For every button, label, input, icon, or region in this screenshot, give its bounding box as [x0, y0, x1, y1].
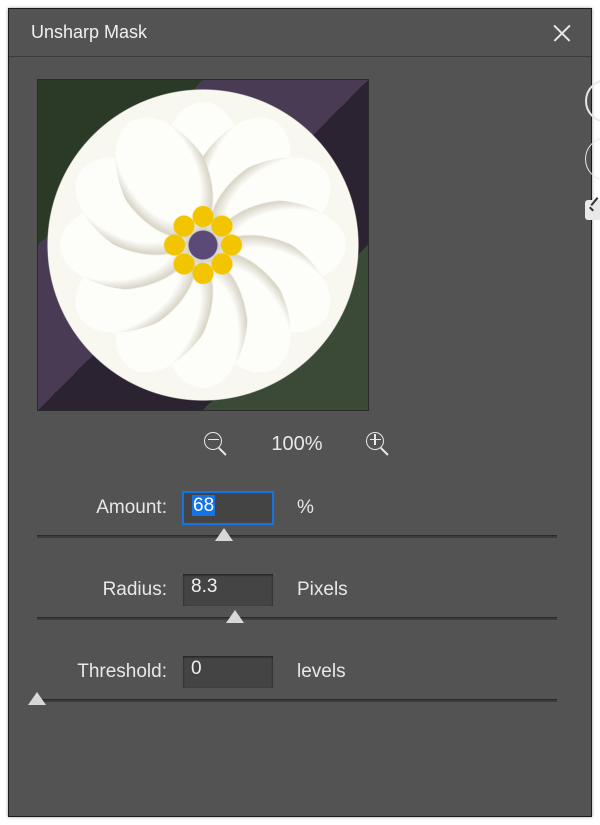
zoom-in-icon[interactable] — [365, 431, 391, 457]
zoom-controls: 100% — [37, 431, 557, 457]
close-icon[interactable] — [551, 22, 573, 44]
amount-row: Amount: 68 % — [37, 491, 557, 525]
ok-button[interactable]: OK — [585, 79, 600, 123]
threshold-input[interactable]: 0 — [183, 656, 273, 688]
threshold-slider-thumb[interactable] — [28, 692, 46, 705]
actions-column: OK Cancel Preview — [585, 79, 600, 717]
amount-slider[interactable] — [37, 531, 557, 553]
dialog-body: 100% Amount: 68 % Radius: 8.3 — [9, 57, 591, 735]
preview-checkbox-row[interactable]: Preview — [585, 199, 600, 221]
radius-slider[interactable] — [37, 613, 557, 635]
radius-slider-thumb[interactable] — [226, 610, 244, 623]
amount-label: Amount: — [37, 497, 171, 519]
amount-unit: % — [285, 497, 314, 519]
dialog-title: Unsharp Mask — [31, 22, 147, 43]
zoom-out-icon[interactable] — [203, 431, 229, 457]
amount-slider-thumb[interactable] — [215, 528, 233, 541]
preview-column: 100% Amount: 68 % Radius: 8.3 — [37, 79, 557, 717]
threshold-slider[interactable] — [37, 695, 557, 717]
radius-input[interactable]: 8.3 — [183, 574, 273, 606]
preview-image[interactable] — [37, 79, 369, 411]
parameter-sliders: Amount: 68 % Radius: 8.3 Pixels — [37, 491, 557, 717]
preview-checkbox[interactable] — [585, 200, 600, 220]
titlebar: Unsharp Mask — [9, 9, 591, 57]
radius-unit: Pixels — [285, 579, 348, 601]
amount-input[interactable]: 68 — [183, 492, 273, 524]
radius-label: Radius: — [37, 579, 171, 601]
radius-row: Radius: 8.3 Pixels — [37, 573, 557, 607]
cancel-button[interactable]: Cancel — [585, 137, 600, 181]
zoom-level: 100% — [271, 433, 322, 456]
threshold-label: Threshold: — [37, 661, 171, 683]
threshold-row: Threshold: 0 levels — [37, 655, 557, 689]
unsharp-mask-dialog: Unsharp Mask — [8, 8, 592, 817]
threshold-unit: levels — [285, 661, 346, 683]
